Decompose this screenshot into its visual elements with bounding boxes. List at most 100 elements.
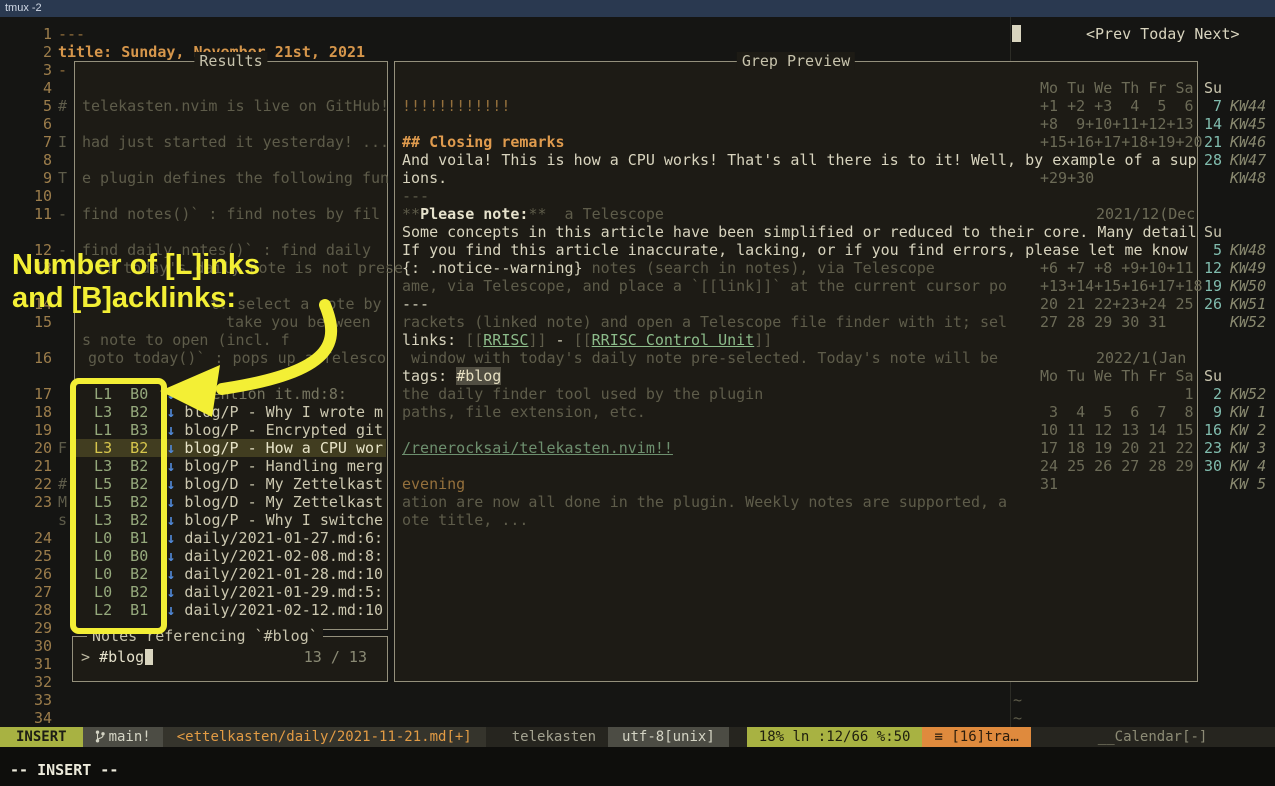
calendar-sunday-cell: 30 [1198,457,1222,475]
background-text-fragment: telekasten.nvim is live on GitHub! [82,97,389,115]
mode-message: -- INSERT -- [10,761,118,779]
preview-text-segment: RRISC Control Unit [592,331,755,349]
preview-text-segment: !!!!!!!!!!!! [402,97,510,115]
preview-line: ## Closing remarks [402,133,565,151]
preview-text-segment: If you find this article inaccurate, lac… [402,241,1188,259]
preview-text-segment: ]] [528,331,546,349]
preview-text-segment: a Telescope [547,205,664,223]
markdown-file-icon: ↓ [166,493,175,511]
calendar-week-number: KW48 [1230,241,1266,259]
preview-line: If you find this article inaccurate, lac… [402,241,1188,259]
calendar-week-number: KW51 [1230,295,1266,313]
preview-line: the daily finder tool used by the plugin [402,385,763,403]
calendar-sunday-cell: 2 [1198,385,1222,403]
calendar-days-row: 10 11 12 13 14 15 [1040,421,1194,439]
preview-line: --- [402,295,429,313]
calendar-days-row: 1 [1040,385,1194,403]
preview-text-segment: ** [402,205,420,223]
calendar-week-number: KW45 [1230,115,1266,133]
calendar-days-row: 27 28 29 30 31 [1040,313,1166,331]
preview-text-segment: RRISC [483,331,528,349]
calendar-sunday-cell: 21 [1198,133,1222,151]
preview-text-segment: --- [402,295,429,313]
calendar-week-number: KW 3 [1230,439,1266,457]
preview-text-segment: ation are now all done in the plugin. We… [402,493,1007,511]
preview-text-segment: evening [402,475,465,493]
preview-text-segment: [[ [574,331,592,349]
calendar-sunday-cell: Su [1198,223,1222,241]
vim-area: 1234567891011121314151617181920212223242… [0,17,1275,727]
result-label: daily/2021-01-28.md:10 [175,565,383,583]
preview-line: evening [402,475,465,493]
preview-line: --- [402,187,429,205]
terminal-screen: tmux -2 12345678910111213141516171819202… [0,0,1275,786]
preview-line: ation are now all done in the plugin. We… [402,493,1007,511]
calendar-sunday-cell: 26 [1198,295,1222,313]
markdown-file-icon: ↓ [166,601,175,619]
result-label: blog/P - Handling merg [175,457,383,475]
calendar-sunday-cell: 7 [1198,97,1222,115]
preview-text-segment: Please note: [420,205,528,223]
preview-line: /renerocksai/telekasten.nvim!! [402,439,673,457]
calendar-sunday-cell: Su [1198,79,1222,97]
calendar-nav[interactable]: <Prev Today Next> [1086,25,1240,43]
preview-line: tags: #blog [402,367,501,385]
calendar-days-row: +8 9+10+11+12+13 [1040,115,1194,133]
result-label: blog/P - How a CPU wor [175,439,383,457]
result-label: blog/D - My Zettelkast [175,475,383,493]
preview-text-segment: --- [402,187,429,205]
preview-text-segment: tags: [402,367,456,385]
calendar-week-number: KW44 [1230,97,1266,115]
preview-text-segment: ote title, ... [402,511,528,529]
git-branch-icon [95,730,105,743]
calendar-days-row: 17 18 19 20 21 22 [1040,439,1194,457]
preview-text-segment: #blog [456,367,501,385]
calendar-days-row: 3 4 5 6 7 8 [1040,403,1194,421]
warning-segment: ≡ [16]tra… [922,727,1030,747]
calendar-sunday-cell: 28 [1198,151,1222,169]
preview-line: links: [[RRISC]] - [[RRISC Control Unit]… [402,331,772,349]
markdown-file-icon: ↓ [166,457,175,475]
git-branch-segment: main! [83,727,163,747]
preview-line: ame, via Telescope, and place a `[[link]… [402,277,1007,295]
calendar-week-number: KW52 [1230,385,1266,403]
preview-line: window with today's daily note pre-selec… [402,349,998,367]
result-label: daily/2021-02-12.md:10 [175,601,383,619]
markdown-file-icon: ↓ [166,439,175,457]
preview-line: paths, file extension, etc. [402,403,646,421]
calendar-month-label: 2021/12(Dec [1096,205,1195,223]
result-label: daily/2021-02-08.md:8: [175,547,383,565]
calendar-days-row: 20 21 22+23+24 25 [1040,295,1194,313]
annotation-line2: and [B]acklinks: [12,282,260,315]
preview-text-segment: [[ [465,331,483,349]
calendar-sunday-cell: Su [1198,367,1222,385]
preview-text-segment: ## Closing remarks [402,133,565,151]
calendar-week-number: KW 2 [1230,421,1266,439]
preview-text-segment: paths, file extension, etc. [402,403,646,421]
preview-line: ote title, ... [402,511,528,529]
preview-text-segment: /renerocksai/telekasten.nvim!! [402,439,673,457]
calendar-days-row: +13+14+15+16+17+18 [1040,277,1203,295]
calendar-days-row: +6 +7 +8 +9+10+11 [1040,259,1194,277]
preview-text-segment: And voila! This is how a CPU works! That… [402,151,1197,169]
calendar-days-row: 24 25 26 27 28 29 [1040,457,1194,475]
calendar-cursor-block [1012,25,1021,42]
calendar-week-number: KW50 [1230,277,1266,295]
window-title: tmux -2 [5,2,42,14]
background-text-fragment: had just started it yesterday! ... [82,133,389,151]
filename-segment: <ettelkasten/daily/2021-11-21.md[+] [163,727,486,747]
encoding-segment: utf-8[unix] [608,727,729,747]
statusline-fill [1219,727,1275,747]
preview-text-segment: notes (search in notes), via Telescope [583,259,935,277]
background-text-fragment: find notes()` : find notes by fil [82,205,380,223]
calendar-week-number: KW 1 [1230,403,1266,421]
calendar-week-number: KW48 [1230,169,1266,187]
markdown-file-icon: ↓ [166,583,175,601]
preview-line: !!!!!!!!!!!! [402,97,510,115]
result-label: daily/2021-01-29.md:5: [175,583,383,601]
command-line: -- INSERT -- [0,747,1275,786]
calendar-week-number: KW 5 [1230,475,1266,493]
calendar-days-row: +15+16+17+18+19+20 [1040,133,1203,151]
preview-text-segment: ** [528,205,546,223]
result-label: blog/P - Why I switche [175,511,383,529]
